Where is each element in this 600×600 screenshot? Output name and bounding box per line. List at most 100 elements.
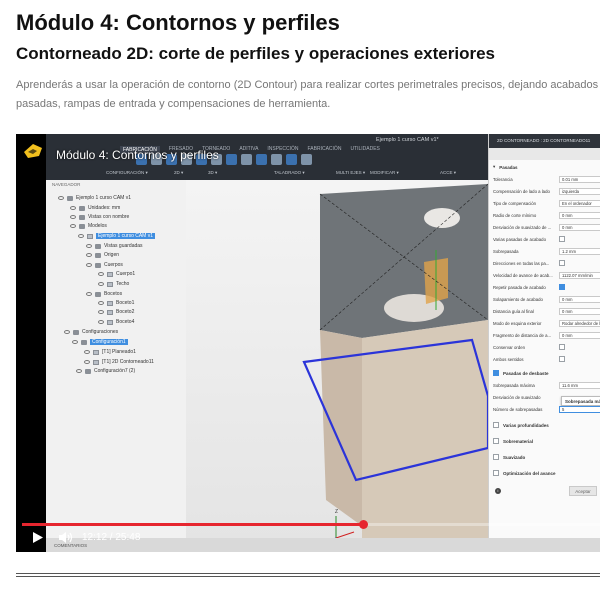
param-checkbox[interactable] bbox=[559, 356, 565, 362]
browser-tree-item[interactable]: Boceto4 bbox=[98, 318, 134, 326]
visibility-icon[interactable] bbox=[86, 244, 92, 248]
browser-tree-item[interactable]: Origen bbox=[86, 251, 119, 259]
browser-tree-item[interactable]: [T1] 2D Contorneado11 bbox=[84, 358, 154, 366]
param-checkbox[interactable] bbox=[559, 284, 565, 290]
section-checkbox[interactable] bbox=[493, 422, 499, 428]
toolbar-group[interactable]: MULTI EJES ▾ bbox=[336, 170, 370, 176]
param-input[interactable]: 0 mm bbox=[559, 295, 600, 303]
drill-icon[interactable] bbox=[241, 154, 252, 165]
tool-library-icon[interactable] bbox=[301, 154, 312, 165]
visibility-icon[interactable] bbox=[70, 215, 76, 219]
browser-tree-item[interactable]: Bocetos bbox=[86, 290, 122, 298]
section-passes[interactable]: ▾ Pasadas bbox=[493, 162, 518, 172]
progress-handle[interactable] bbox=[358, 520, 368, 529]
param-input[interactable]: 0.01 mm bbox=[559, 175, 600, 183]
simulate-icon[interactable] bbox=[271, 154, 282, 165]
param-input[interactable]: En el ordenador bbox=[559, 199, 600, 207]
visibility-icon[interactable] bbox=[84, 350, 90, 354]
toolbar-group[interactable]: 3D ▾ bbox=[208, 170, 274, 176]
3d-viewport[interactable]: Z bbox=[186, 180, 488, 546]
param-input[interactable]: izquierda bbox=[559, 187, 600, 195]
param-label: Direcciones en todas las pa... bbox=[493, 260, 550, 266]
param-input[interactable]: 1122.07 mm/min bbox=[559, 271, 600, 279]
progress-bar[interactable] bbox=[22, 520, 600, 529]
visibility-icon[interactable] bbox=[98, 282, 104, 286]
visibility-icon[interactable] bbox=[72, 340, 78, 344]
app-tab[interactable]: INSPECCIÓN bbox=[267, 146, 298, 154]
visibility-icon[interactable] bbox=[86, 292, 92, 296]
collapsed-section[interactable]: Varias profundidades bbox=[493, 420, 549, 430]
param-row: Fragmento de distancia de a... 0 mm bbox=[493, 330, 600, 340]
toolbar-group[interactable]: MODIFICAR ▾ bbox=[370, 170, 440, 176]
visibility-icon[interactable] bbox=[70, 206, 76, 210]
browser-tree-item[interactable]: Techo bbox=[98, 280, 129, 288]
browser-tree-item[interactable]: Unidades: mm bbox=[70, 204, 120, 212]
collapsed-section[interactable]: Optimización del avance bbox=[493, 468, 556, 478]
param-input[interactable]: Rodar alrededor de la esquina bbox=[559, 319, 600, 327]
browser-tree-item[interactable]: Configuraciones bbox=[64, 328, 118, 336]
progress-fill bbox=[22, 523, 364, 526]
browser-tree-item[interactable]: Modelos bbox=[70, 222, 107, 230]
toolbar-group[interactable]: ACCE ▾ bbox=[440, 170, 480, 176]
info-icon[interactable]: i bbox=[495, 488, 501, 494]
browser-tree-label: Modelos bbox=[88, 223, 107, 229]
browser-tree-item[interactable]: Configuración1 bbox=[72, 338, 128, 346]
browser-tree-label: Boceto4 bbox=[116, 319, 135, 325]
param-checkbox[interactable] bbox=[559, 260, 565, 266]
browser-tree-item[interactable]: Vistas con nombre bbox=[70, 213, 129, 221]
visibility-icon[interactable] bbox=[98, 301, 104, 305]
accept-button[interactable]: Aceptar bbox=[569, 486, 597, 496]
visibility-icon[interactable] bbox=[58, 196, 64, 200]
video-player[interactable]: FABRICACIÓN FRESADO TORNEADO ADITIVA INSPECC… bbox=[16, 134, 600, 552]
param-input[interactable]: 0 mm bbox=[559, 211, 600, 219]
browser-tree-item[interactable]: Cuerpo1 bbox=[98, 270, 135, 278]
param-checkbox[interactable] bbox=[559, 344, 565, 350]
browser-tree-item[interactable]: Ejemplo 1 curso CAM v1 bbox=[58, 194, 131, 202]
video-title[interactable]: Módulo 4: Contornos y perfiles bbox=[56, 148, 219, 162]
surface-icon[interactable] bbox=[226, 154, 237, 165]
toolbar-group[interactable]: 2D ▾ bbox=[174, 170, 208, 176]
app-tab[interactable]: UTILIDADES bbox=[350, 146, 379, 154]
collapsed-section[interactable]: Suavizado bbox=[493, 452, 525, 462]
browser-tree-item[interactable]: [T1] Planeado1 bbox=[84, 348, 136, 356]
toolbar-group[interactable]: TALADRADO ▾ bbox=[274, 170, 336, 176]
visibility-icon[interactable] bbox=[86, 263, 92, 267]
post-icon[interactable] bbox=[286, 154, 297, 165]
section-checkbox[interactable] bbox=[493, 438, 499, 444]
roughing-checkbox[interactable] bbox=[493, 370, 499, 376]
visibility-icon[interactable] bbox=[78, 234, 84, 238]
visibility-icon[interactable] bbox=[98, 310, 104, 314]
visibility-icon[interactable] bbox=[98, 272, 104, 276]
param-input[interactable]: 0 mm bbox=[559, 223, 600, 231]
browser-tree-item[interactable]: Ejemplo 1 curso CAM v1 bbox=[78, 232, 156, 240]
browser-tree-item[interactable]: Vistas guardadas bbox=[86, 242, 143, 250]
app-tab[interactable]: FABRICACIÓN bbox=[308, 146, 342, 154]
multiaxis-icon[interactable] bbox=[256, 154, 267, 165]
param-input[interactable]: 0 mm bbox=[559, 331, 600, 339]
param-input[interactable]: 5 bbox=[559, 405, 600, 413]
param-input[interactable]: 1.2 mm bbox=[559, 247, 600, 255]
section-checkbox[interactable] bbox=[493, 470, 499, 476]
visibility-icon[interactable] bbox=[98, 320, 104, 324]
play-icon[interactable] bbox=[32, 531, 44, 544]
collapsed-section[interactable]: Sobrematerial bbox=[493, 436, 533, 446]
section-roughing[interactable]: Pasadas de desbaste bbox=[493, 368, 549, 378]
param-input[interactable]: 0 mm bbox=[559, 307, 600, 315]
browser-tree-item[interactable]: Configuración7 (2) bbox=[76, 367, 135, 375]
toolbar-group[interactable]: CONFIGURACIÓN ▾ bbox=[106, 170, 174, 176]
param-label: Sobrepasada máxima bbox=[493, 382, 535, 388]
visibility-icon[interactable] bbox=[86, 253, 92, 257]
visibility-icon[interactable] bbox=[76, 369, 82, 373]
param-checkbox[interactable] bbox=[559, 236, 565, 242]
visibility-icon[interactable] bbox=[84, 360, 90, 364]
folder-icon bbox=[95, 262, 101, 268]
browser-tree-item[interactable]: Boceto1 bbox=[98, 299, 134, 307]
section-checkbox[interactable] bbox=[493, 454, 499, 460]
param-input[interactable]: 11.6 mm bbox=[559, 381, 600, 389]
app-tab[interactable]: ADITIVA bbox=[239, 146, 258, 154]
visibility-icon[interactable] bbox=[64, 330, 70, 334]
browser-tree-item[interactable]: Cuerpos bbox=[86, 261, 123, 269]
volume-icon[interactable] bbox=[58, 531, 74, 544]
visibility-icon[interactable] bbox=[70, 224, 76, 228]
browser-tree-item[interactable]: Boceto2 bbox=[98, 308, 134, 316]
